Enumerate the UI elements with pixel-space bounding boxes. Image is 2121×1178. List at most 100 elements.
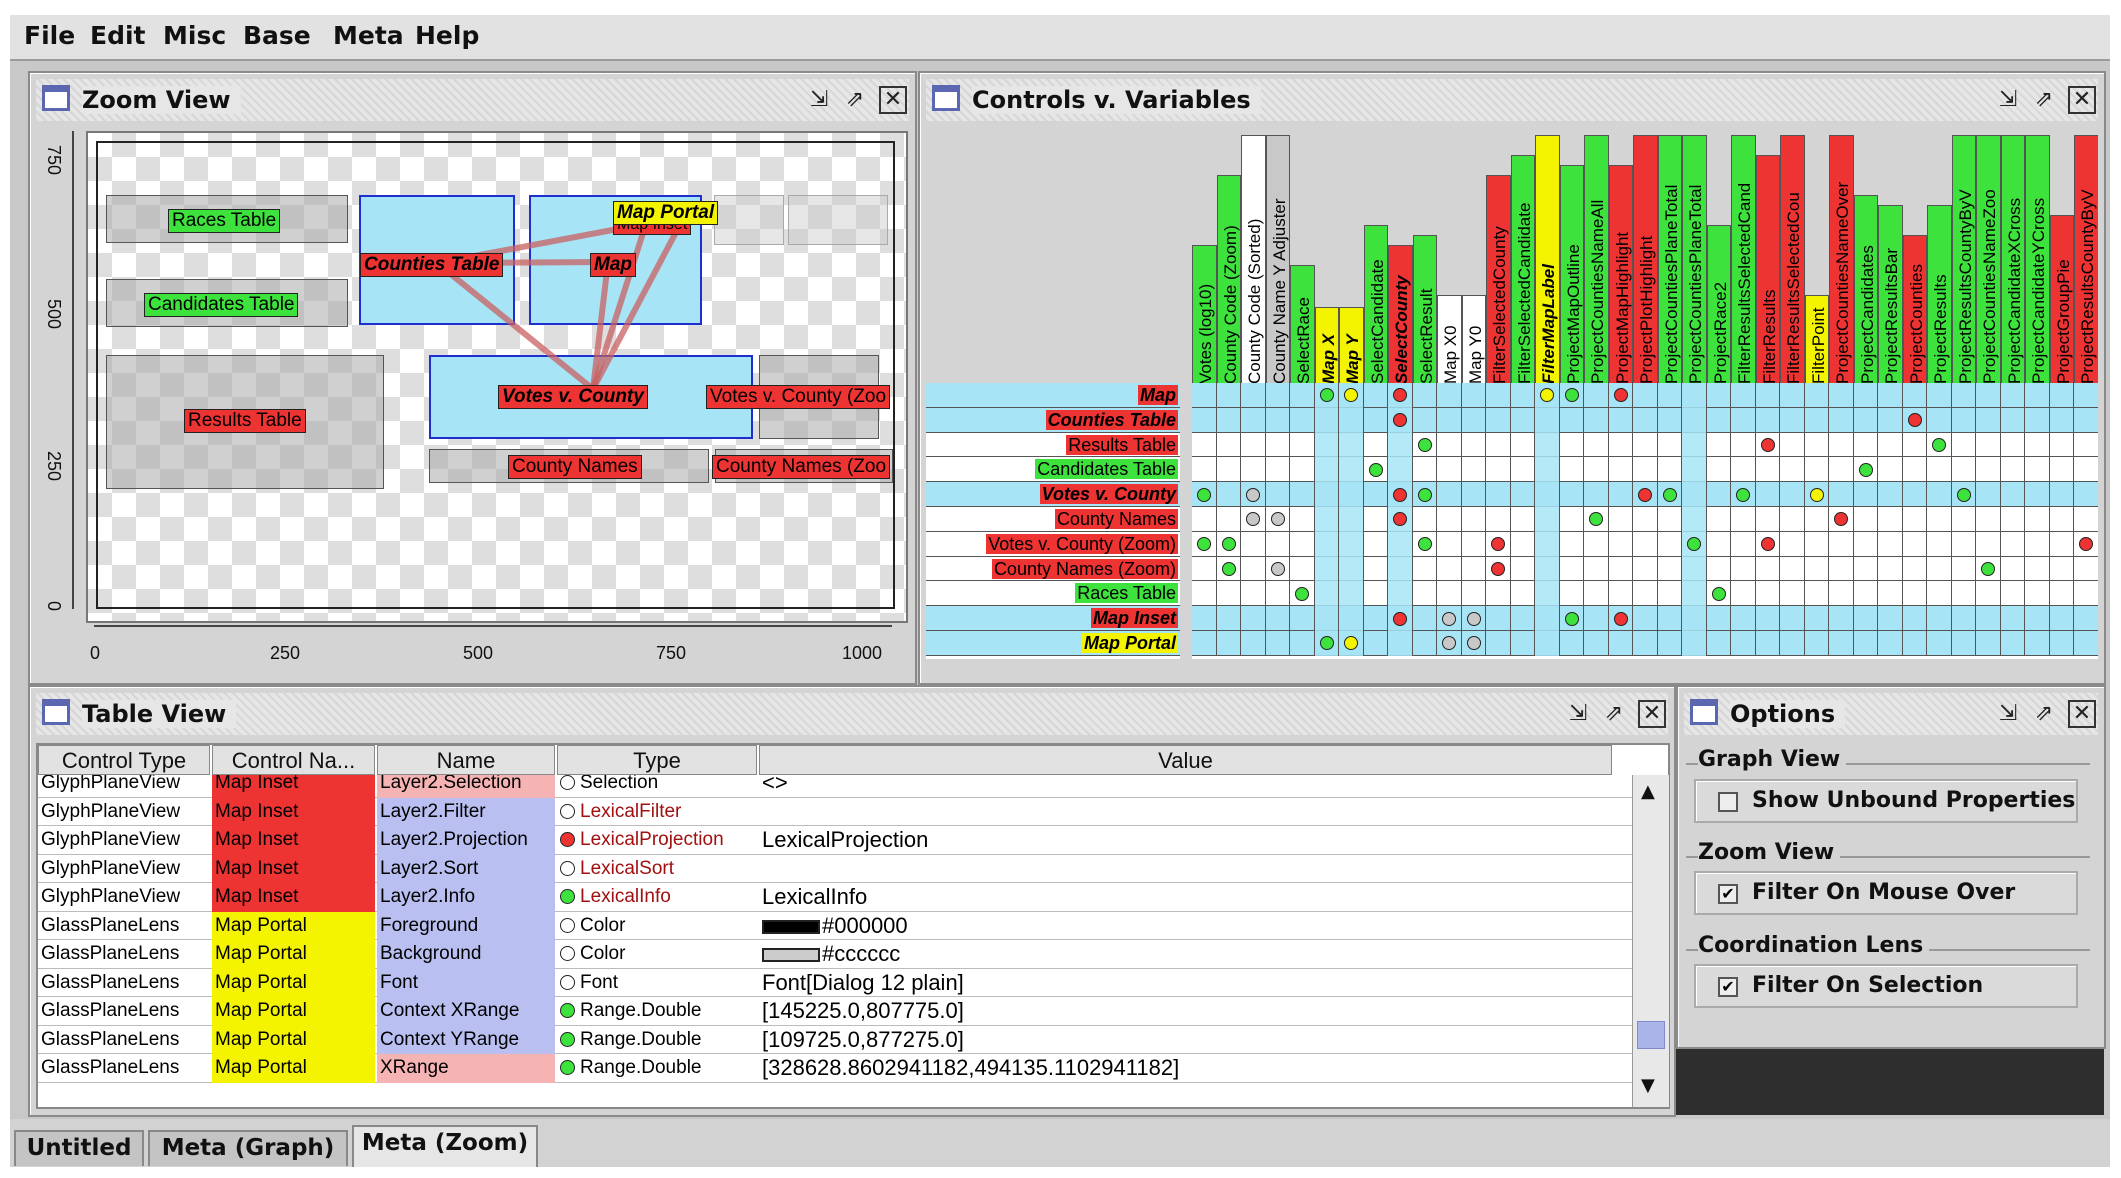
row-header[interactable]: Map [926, 383, 1180, 408]
minimize-icon[interactable]: ⇲ [805, 86, 833, 114]
close-icon[interactable]: ✕ [879, 86, 907, 114]
column-header[interactable]: County Code (Sorted) [1241, 135, 1266, 385]
scroll-up-icon[interactable]: ▲ [1641, 781, 1655, 802]
column-header-name[interactable]: Name [377, 745, 555, 775]
column-header[interactable]: ProjectResultsCountyByV [1951, 135, 1976, 385]
row-header[interactable]: Votes v. County (Zoom) [926, 531, 1180, 557]
binding-dot[interactable] [1736, 487, 1751, 502]
table-row[interactable]: GlyphPlaneView Map Inset Layer2.Sort Lexica… [38, 854, 1632, 883]
close-icon[interactable]: ✕ [1638, 700, 1666, 728]
checkbox-icon[interactable]: ✔ [1718, 977, 1738, 997]
zoom-canvas[interactable]: Races Table Candidates Table Results Tab… [86, 131, 908, 623]
binding-dot[interactable] [1564, 611, 1579, 626]
table-row[interactable]: GlyphPlaneView Map Inset Layer2.Info Lexica… [38, 883, 1632, 912]
binding-dot[interactable] [1662, 487, 1677, 502]
scroll-thumb[interactable] [1637, 1021, 1665, 1049]
column-header[interactable]: FilterResultsSelectedCou [1780, 135, 1805, 385]
column-header[interactable]: County Code (Zoom) [1216, 175, 1241, 385]
column-header-type[interactable]: Type [557, 745, 757, 775]
binding-dot[interactable] [1466, 611, 1481, 626]
table-row[interactable]: GlassPlaneLens Map Portal Background Color #… [38, 940, 1632, 969]
column-header[interactable]: ProjectResultsCountyByV [2074, 135, 2098, 385]
menu-file[interactable]: File [24, 21, 75, 50]
data-table[interactable]: Control Type Control Na... Name Type Val… [36, 743, 1670, 1109]
binding-dot[interactable] [1221, 537, 1236, 552]
column-header[interactable]: ProjectResultsBar [1878, 205, 1903, 385]
binding-dot[interactable] [1368, 462, 1383, 477]
column-header[interactable]: ProjectCandidateXCross [2000, 135, 2025, 385]
maximize-icon[interactable]: ⇗ [2030, 86, 2058, 114]
binding-dot[interactable] [1760, 537, 1775, 552]
row-header[interactable]: Counties Table [926, 407, 1180, 433]
column-header[interactable]: SelectCandidate [1363, 225, 1388, 385]
binding-dot[interactable] [1956, 487, 1971, 502]
row-header[interactable]: Candidates Table [926, 457, 1180, 483]
column-header[interactable]: ProjectCountiesNameOver [1829, 135, 1854, 385]
binding-dot[interactable] [1393, 611, 1408, 626]
binding-dot[interactable] [1907, 413, 1922, 428]
column-header[interactable]: SelectCounty [1388, 245, 1413, 385]
close-icon[interactable]: ✕ [2068, 86, 2096, 114]
maximize-icon[interactable]: ⇗ [1600, 700, 1628, 728]
row-header[interactable]: Map Inset [926, 606, 1180, 631]
table-row[interactable]: GlassPlaneLens Map Portal XRange Range.Doub… [38, 1054, 1632, 1083]
table-row[interactable]: GlassPlaneLens Map Portal Foreground Color #… [38, 911, 1632, 940]
controls-variables-matrix[interactable]: Votes (log10) County Code (Zoom) County Co… [926, 127, 2098, 677]
tab-untitled[interactable]: Untitled [14, 1130, 144, 1166]
minimize-icon[interactable]: ⇲ [1564, 700, 1592, 728]
binding-dot[interactable] [1760, 438, 1775, 452]
binding-dot[interactable] [1221, 562, 1236, 576]
row-header[interactable]: Races Table [926, 581, 1180, 607]
menu-edit[interactable]: Edit [90, 21, 146, 50]
binding-dot[interactable] [1613, 611, 1628, 626]
column-header[interactable]: County Name Y Adjuster [1265, 135, 1290, 385]
binding-dot[interactable] [1246, 487, 1261, 502]
column-header[interactable]: ProjectCandidates [1853, 195, 1878, 385]
binding-dot[interactable] [1417, 438, 1432, 452]
scroll-down-icon[interactable]: ▼ [1641, 1075, 1655, 1096]
column-header[interactable]: ProjectCountiesNameAll [1584, 135, 1609, 385]
column-header[interactable]: Map X0 [1437, 295, 1462, 385]
binding-dot[interactable] [1858, 462, 1873, 477]
vertical-scrollbar[interactable]: ▲ ▼ [1632, 775, 1669, 1107]
row-header[interactable]: Votes v. County [926, 482, 1180, 507]
menu-help[interactable]: Help [415, 21, 479, 50]
column-header[interactable]: ProjectRace2 [1706, 225, 1731, 385]
menu-meta[interactable]: Meta [333, 21, 404, 50]
menu-base[interactable]: Base [243, 21, 311, 50]
filter-on-mouse-over-option[interactable]: ✔ Filter On Mouse Over [1694, 871, 2078, 915]
binding-dot[interactable] [1197, 487, 1212, 502]
binding-dot[interactable] [1809, 487, 1824, 502]
table-row[interactable]: GlyphPlaneView Map Inset Layer2.Selection S… [38, 775, 1632, 798]
controls-variables-titlebar[interactable]: Controls v. Variables ⇲ ⇗ ✕ [926, 79, 2098, 121]
column-header[interactable]: ProjectCountiesPlaneTotal [1657, 135, 1682, 385]
binding-dot[interactable] [1442, 611, 1457, 626]
close-icon[interactable]: ✕ [2068, 700, 2096, 728]
column-header[interactable]: FilterResults [1755, 155, 1780, 385]
column-header-control-name[interactable]: Control Na... [212, 745, 375, 775]
minimize-icon[interactable]: ⇲ [1994, 700, 2022, 728]
column-header[interactable]: ProjectGroupPie [2049, 215, 2074, 385]
row-header[interactable]: Map Portal [926, 631, 1180, 656]
column-header[interactable]: ProjectResults [1927, 205, 1952, 385]
column-header[interactable]: ProjectCandidateYCross [2025, 135, 2050, 385]
row-header[interactable]: County Names [926, 507, 1180, 532]
column-header[interactable]: Map Y [1339, 307, 1364, 385]
binding-dot[interactable] [1638, 487, 1653, 502]
binding-dot[interactable] [1393, 487, 1408, 502]
column-header[interactable]: Map Y0 [1461, 295, 1486, 385]
column-header[interactable]: ProjectCountiesNameZoo [1976, 135, 2001, 385]
column-header[interactable]: FilterResultsSelectedCand [1731, 135, 1756, 385]
maximize-icon[interactable]: ⇗ [2030, 700, 2058, 728]
column-header[interactable]: FilterPoint [1804, 295, 1829, 385]
show-unbound-properties-option[interactable]: Show Unbound Properties [1694, 779, 2078, 823]
table-row[interactable]: GlassPlaneLens Map Portal Font Font Font[Dia… [38, 968, 1632, 997]
checkbox-icon[interactable]: ✔ [1718, 884, 1738, 904]
zoom-view-titlebar[interactable]: Zoom View ⇲ ⇗ ✕ [36, 79, 909, 121]
column-header[interactable]: SelectResult [1412, 235, 1437, 385]
binding-dot[interactable] [1711, 586, 1726, 601]
column-header[interactable]: Map X [1314, 307, 1339, 385]
column-header[interactable]: FilterSelectedCandidate [1510, 155, 1535, 385]
minimize-icon[interactable]: ⇲ [1994, 86, 2022, 114]
table-row[interactable]: GlassPlaneLens Map Portal Context YRange Ra… [38, 1025, 1632, 1054]
